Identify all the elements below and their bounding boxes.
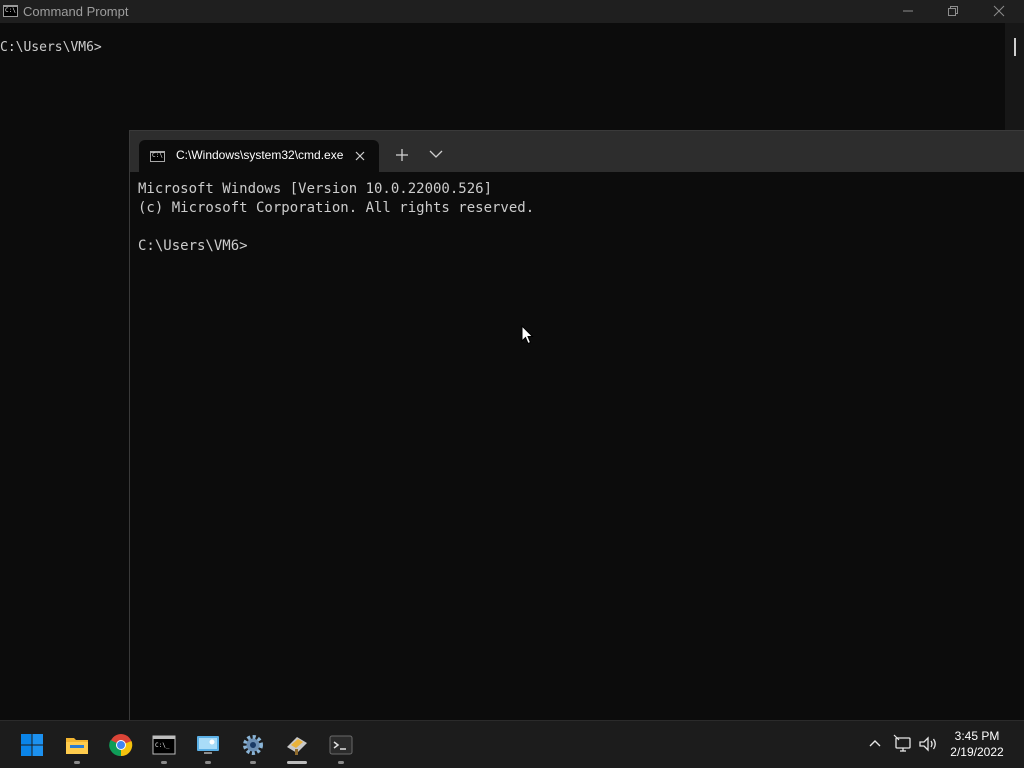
restore-button[interactable]: [930, 0, 976, 23]
clock-time: 3:45 PM: [954, 729, 1000, 743]
restore-icon: [948, 6, 958, 16]
taskbar: C:\_ 3:45 PM 2/19/2022: [0, 720, 1024, 768]
terminal-window[interactable]: C:\Windows\system32\cmd.exe Microsoft Wi…: [129, 130, 1024, 720]
taskbar-chrome[interactable]: [105, 729, 137, 761]
chrome-icon: [109, 734, 133, 757]
taskbar-command-prompt[interactable]: C:\_: [148, 729, 180, 764]
taskbar-file-transfer[interactable]: [281, 729, 313, 764]
active-indicator: [287, 761, 307, 764]
chevron-down-icon[interactable]: [429, 149, 443, 159]
minimize-button[interactable]: [885, 0, 931, 23]
system-clock[interactable]: 3:45 PM 2/19/2022: [944, 728, 1010, 760]
clock-date: 2/19/2022: [950, 745, 1004, 759]
close-icon: [993, 5, 1005, 17]
file-transfer-icon: [287, 737, 307, 755]
console-icon: [150, 151, 165, 162]
running-indicator: [250, 761, 256, 764]
output-line: Microsoft Windows [Version 10.0.22000.52…: [138, 181, 493, 197]
close-button[interactable]: [976, 0, 1022, 23]
remote-desktop-icon: [197, 736, 219, 754]
running-indicator: [338, 761, 344, 764]
running-indicator: [205, 761, 211, 764]
window-titlebar[interactable]: Command Prompt: [0, 0, 1024, 23]
command-prompt-icon: C:\_: [152, 735, 176, 755]
taskbar-settings[interactable]: [237, 729, 269, 764]
terminal-icon: [329, 735, 353, 755]
scrollbar-thumb[interactable]: [1014, 38, 1016, 56]
start-button[interactable]: [16, 729, 48, 761]
new-tab-plus-icon[interactable]: [394, 147, 410, 163]
running-indicator: [161, 761, 167, 764]
window-title: Command Prompt: [23, 4, 129, 19]
taskbar-terminal[interactable]: [325, 729, 357, 764]
tab-title: C:\Windows\system32\cmd.exe: [176, 148, 344, 162]
network-icon[interactable]: [893, 734, 913, 754]
terminal-tab[interactable]: C:\Windows\system32\cmd.exe: [139, 140, 379, 172]
taskbar-remote-desktop[interactable]: [192, 729, 224, 764]
tab-strip[interactable]: C:\Windows\system32\cmd.exe: [130, 131, 1024, 172]
minimize-icon: [903, 10, 913, 12]
settings-gear-icon: [243, 735, 263, 755]
tab-close-icon[interactable]: [353, 149, 367, 163]
console-icon: [3, 5, 18, 17]
svg-text:C:\_: C:\_: [155, 742, 170, 749]
file-explorer-icon: [66, 738, 88, 754]
command-prompt-line: C:\Users\VM6>: [138, 238, 248, 254]
windows-start-icon: [21, 734, 43, 756]
running-indicator: [74, 761, 80, 764]
output-line: (c) Microsoft Corporation. All rights re…: [138, 200, 535, 216]
terminal-output[interactable]: Microsoft Windows [Version 10.0.22000.52…: [130, 172, 1024, 720]
taskbar-file-explorer[interactable]: [61, 729, 93, 764]
volume-icon[interactable]: [918, 734, 938, 754]
mouse-pointer-icon: [521, 325, 534, 345]
chevron-up-icon[interactable]: [866, 735, 884, 753]
command-prompt-line: C:\Users\VM6>: [0, 40, 102, 55]
